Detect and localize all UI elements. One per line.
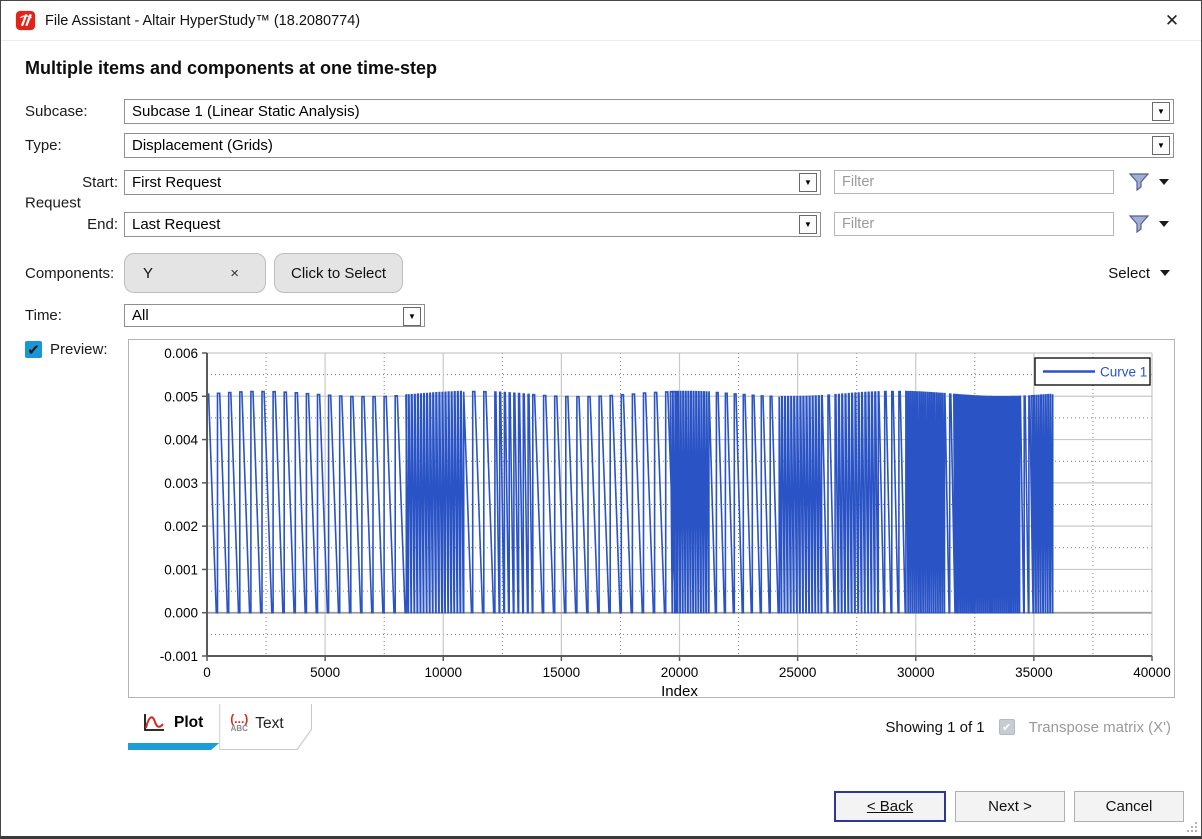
file-assistant-dialog: File Assistant - Altair HyperStudy™ (18.… — [0, 0, 1202, 839]
svg-text:0.002: 0.002 — [164, 519, 198, 534]
request-end-dropdown[interactable]: Last Request ▼ — [124, 211, 821, 237]
component-chip-y[interactable]: Y × — [124, 253, 266, 293]
transpose-checkbox: ✔ — [998, 719, 1015, 735]
resize-grip[interactable] — [1185, 820, 1198, 833]
svg-text:0.005: 0.005 — [164, 389, 198, 404]
type-value: Displacement (Grids) — [132, 137, 273, 154]
svg-text:35000: 35000 — [1015, 665, 1053, 680]
active-tab-indicator — [128, 743, 220, 750]
svg-text:20000: 20000 — [661, 665, 699, 680]
filter-funnel-icon[interactable] — [1128, 172, 1150, 192]
request-start-value: First Request — [132, 173, 222, 191]
svg-text:30000: 30000 — [897, 665, 935, 680]
components-label: Components: — [25, 264, 115, 282]
svg-text:0.003: 0.003 — [164, 476, 198, 491]
window-title: File Assistant - Altair HyperStudy™ (18.… — [45, 12, 361, 29]
filter-options-caret-icon[interactable] — [1159, 179, 1169, 185]
chevron-down-icon[interactable]: ▼ — [1152, 136, 1170, 155]
time-value: All — [132, 307, 149, 324]
time-dropdown[interactable]: All ▼ — [124, 304, 425, 327]
svg-text:15000: 15000 — [543, 665, 581, 680]
request-end-label: End: — [87, 215, 118, 233]
subcase-value: Subcase 1 (Linear Static Analysis) — [132, 103, 360, 120]
chevron-down-icon[interactable]: ▼ — [799, 214, 817, 234]
preview-checkbox[interactable]: ✔ — [25, 341, 42, 359]
svg-text:0.001: 0.001 — [164, 562, 198, 577]
svg-text:0: 0 — [203, 665, 211, 680]
svg-text:25000: 25000 — [779, 665, 817, 680]
altair-logo-icon — [15, 10, 36, 31]
time-label: Time: — [25, 307, 62, 324]
subcase-label: Subcase: — [25, 103, 88, 120]
next-button[interactable]: Next > — [955, 791, 1065, 822]
svg-text:Curve 1: Curve 1 — [1100, 365, 1147, 380]
chevron-down-icon[interactable]: ▼ — [1152, 102, 1170, 121]
type-label: Type: — [25, 137, 62, 154]
svg-text:40000: 40000 — [1133, 665, 1171, 680]
select-menu-button[interactable]: Select — [1108, 265, 1170, 282]
text-abc-icon: (...) ABC — [230, 711, 249, 733]
preview-chart: -0.001 0.000 0.001 0.002 0.003 0.004 0.005 0.00… — [128, 339, 1175, 700]
request-start-dropdown[interactable]: First Request ▼ — [124, 169, 821, 195]
back-button[interactable]: < Back — [834, 791, 946, 822]
svg-text:0.004: 0.004 — [164, 433, 198, 448]
type-dropdown[interactable]: Displacement (Grids) ▼ — [124, 133, 1174, 158]
title-bar: File Assistant - Altair HyperStudy™ (18.… — [1, 1, 1201, 41]
svg-text:-0.001: -0.001 — [160, 649, 198, 664]
plot-curve-icon — [144, 714, 164, 731]
end-filter-input[interactable] — [834, 212, 1114, 236]
component-chip-value: Y — [143, 264, 154, 282]
click-to-select-button[interactable]: Click to Select — [274, 253, 404, 293]
chevron-down-icon[interactable]: ▼ — [799, 172, 817, 192]
preview-label: Preview: — [50, 341, 108, 358]
start-filter-input[interactable] — [834, 170, 1114, 194]
filter-options-caret-icon[interactable] — [1159, 221, 1169, 227]
svg-text:5000: 5000 — [310, 665, 340, 680]
tab-text-label: Text — [255, 714, 284, 732]
select-menu-caret-icon — [1160, 270, 1170, 276]
chevron-down-icon[interactable]: ▼ — [403, 307, 421, 326]
tab-text[interactable]: (...) ABC Text — [220, 704, 313, 750]
svg-text:Index: Index — [661, 683, 698, 697]
click-to-select-label: Click to Select — [291, 264, 387, 282]
svg-text:0.006: 0.006 — [164, 346, 198, 361]
request-group: Request Start: First Request ▼ End: Last… — [25, 169, 1174, 237]
svg-text:0.000: 0.000 — [164, 606, 198, 621]
page-title: Multiple items and components at one tim… — [25, 58, 438, 78]
request-end-value: Last Request — [132, 215, 221, 233]
tab-plot-label: Plot — [174, 713, 204, 731]
svg-text:10000: 10000 — [424, 665, 462, 680]
select-menu-label: Select — [1108, 264, 1150, 282]
transpose-label: Transpose matrix (X') — [1028, 718, 1171, 736]
filter-funnel-icon[interactable] — [1128, 214, 1150, 234]
subcase-dropdown[interactable]: Subcase 1 (Linear Static Analysis) ▼ — [124, 99, 1174, 124]
showing-count: Showing 1 of 1 — [885, 718, 985, 736]
request-start-label: Start: — [82, 173, 118, 191]
close-icon[interactable]: ✕ — [1157, 11, 1187, 31]
cancel-button[interactable]: Cancel — [1074, 791, 1184, 822]
tab-plot[interactable]: Plot — [128, 704, 221, 750]
chip-remove-icon[interactable]: × — [230, 265, 239, 282]
request-group-label: Request — [25, 194, 81, 212]
